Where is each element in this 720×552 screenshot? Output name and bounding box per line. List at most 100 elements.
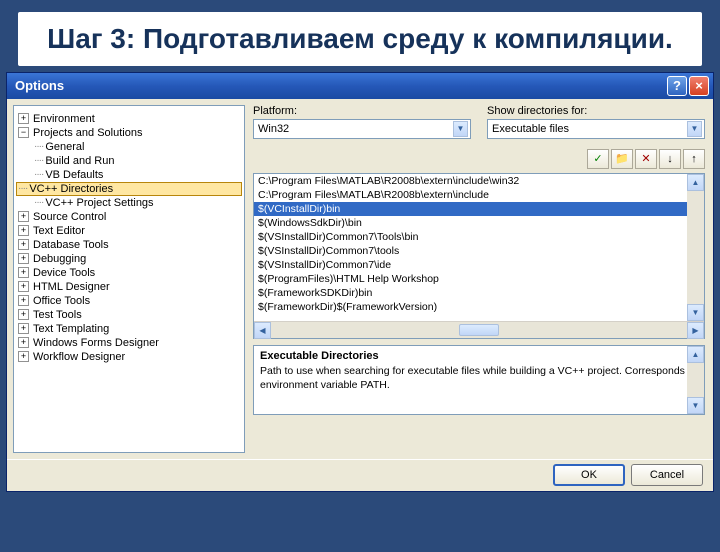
expand-icon[interactable]: + [18,309,29,320]
tree-item-label: HTML Designer [33,281,110,293]
chevron-down-icon: ▼ [687,121,702,137]
directory-row[interactable]: C:\Program Files\MATLAB\R2008b\extern\in… [254,188,704,202]
tree-item-label: VC++ Project Settings [45,197,153,209]
expand-icon[interactable]: + [18,113,29,124]
new-line-button[interactable]: 📁 [611,149,633,169]
slide-title: Шаг 3: Подготавливаем среду к компиляции… [18,12,702,66]
scroll-down-icon[interactable]: ▼ [687,304,704,321]
platform-label: Platform: [253,105,471,117]
expand-icon[interactable]: + [18,225,29,236]
expand-icon[interactable]: + [18,323,29,334]
titlebar: Options ? × [7,73,713,99]
tree-item-label: Database Tools [33,239,109,251]
description-box: Executable Directories Path to use when … [253,345,705,415]
expand-icon[interactable]: + [18,295,29,306]
tree-item[interactable]: + Text Templating [16,322,242,336]
vertical-scrollbar[interactable]: ▲ ▼ [687,174,704,321]
tree-item-label: Environment [33,113,95,125]
tree-item-label: Office Tools [33,295,90,307]
tree-item[interactable]: + Device Tools [16,266,242,280]
category-tree[interactable]: +Environment−Projects and Solutions····G… [13,105,245,453]
directory-row[interactable]: C:\Program Files\MATLAB\R2008b\extern\in… [254,174,704,188]
tree-item[interactable]: + Environment [16,112,242,126]
scroll-down-icon[interactable]: ▼ [687,397,704,414]
move-up-button[interactable]: ↑ [683,149,705,169]
tree-item-label: Windows Forms Designer [33,337,159,349]
move-down-button[interactable]: ↓ [659,149,681,169]
tree-connector: ···· [34,141,43,152]
directory-row[interactable]: $(ProgramFiles)\HTML Help Workshop [254,272,704,286]
options-dialog: Options ? × + Environment−Projects and So… [6,72,714,492]
showdir-value: Executable files [492,123,569,135]
help-button[interactable]: ? [667,76,687,96]
tree-item-label: Projects and Solutions [33,127,142,139]
expand-icon[interactable]: + [18,239,29,250]
tree-item[interactable]: ····VC++ Project Settings [16,196,242,210]
tree-item[interactable]: ····Build and Run [16,154,242,168]
tree-item[interactable]: + Office Tools [16,294,242,308]
tree-item-label: Test Tools [33,309,82,321]
tree-item[interactable]: + HTML Designer [16,280,242,294]
directory-row[interactable]: $(VSInstallDir)Common7\tools [254,244,704,258]
expand-icon[interactable]: + [18,337,29,348]
directory-row[interactable]: $(VSInstallDir)Common7\ide [254,258,704,272]
directory-row[interactable]: $(FrameworkSDKDir)bin [254,286,704,300]
desc-scrollbar[interactable]: ▲ ▼ [687,346,704,414]
ok-button[interactable]: OK [553,464,625,486]
tree-item[interactable]: + Test Tools [16,308,242,322]
tree-item[interactable]: −Projects and Solutions [16,126,242,140]
tree-item[interactable]: ····General [16,140,242,154]
directory-row[interactable]: $(FrameworkDir)$(FrameworkVersion) [254,300,704,314]
tree-item[interactable]: ····VC++ Directories [16,182,242,196]
directory-row[interactable]: $(VCInstallDir)bin [254,202,704,216]
delete-button[interactable]: ✕ [635,149,657,169]
directory-row[interactable]: $(VSInstallDir)Common7\Tools\bin [254,230,704,244]
tree-item-label: Workflow Designer [33,351,125,363]
dialog-title: Options [15,78,667,93]
tree-connector: ···· [34,155,43,166]
scroll-right-icon[interactable]: ▶ [687,322,704,339]
tree-item-label: Text Templating [33,323,109,335]
tree-item[interactable]: +Source Control [16,210,242,224]
expand-icon[interactable]: + [18,253,29,264]
close-button[interactable]: × [689,76,709,96]
tree-connector: ···· [18,183,27,194]
scroll-up-icon[interactable]: ▲ [687,346,704,363]
cancel-button[interactable]: Cancel [631,464,703,486]
check-button[interactable]: ✓ [587,149,609,169]
showdir-select[interactable]: Executable files ▼ [487,119,705,139]
tree-item-label: VB Defaults [45,169,103,181]
horizontal-scrollbar[interactable]: ◀ ▶ [254,321,704,338]
dialog-footer: OK Cancel [7,459,713,491]
tree-item[interactable]: + Database Tools [16,238,242,252]
platform-value: Win32 [258,123,289,135]
directories-list[interactable]: C:\Program Files\MATLAB\R2008b\extern\in… [253,173,705,339]
description-text: Path to use when searching for executabl… [260,364,698,392]
expand-icon[interactable]: + [18,281,29,292]
path-toolbar: ✓ 📁 ✕ ↓ ↑ [253,149,705,169]
tree-item-label: Build and Run [45,155,114,167]
tree-item[interactable]: + Windows Forms Designer [16,336,242,350]
tree-item-label: VC++ Directories [29,183,113,195]
expand-icon[interactable]: + [18,211,29,222]
tree-item-label: Device Tools [33,267,95,279]
description-title: Executable Directories [260,350,698,362]
tree-item[interactable]: + Debugging [16,252,242,266]
showdir-label: Show directories for: [487,105,705,117]
scroll-up-icon[interactable]: ▲ [687,174,704,191]
scroll-left-icon[interactable]: ◀ [254,322,271,339]
collapse-icon[interactable]: − [18,127,29,138]
tree-item-label: Debugging [33,253,86,265]
tree-connector: ···· [34,169,43,180]
tree-item[interactable]: +Text Editor [16,224,242,238]
chevron-down-icon: ▼ [453,121,468,137]
tree-item[interactable]: + Workflow Designer [16,350,242,364]
tree-item[interactable]: ····VB Defaults [16,168,242,182]
directory-row[interactable]: $(WindowsSdkDir)\bin [254,216,704,230]
tree-item-label: General [45,141,84,153]
platform-select[interactable]: Win32 ▼ [253,119,471,139]
expand-icon[interactable]: + [18,351,29,362]
tree-connector: ···· [34,197,43,208]
expand-icon[interactable]: + [18,267,29,278]
scroll-thumb[interactable] [459,324,499,336]
